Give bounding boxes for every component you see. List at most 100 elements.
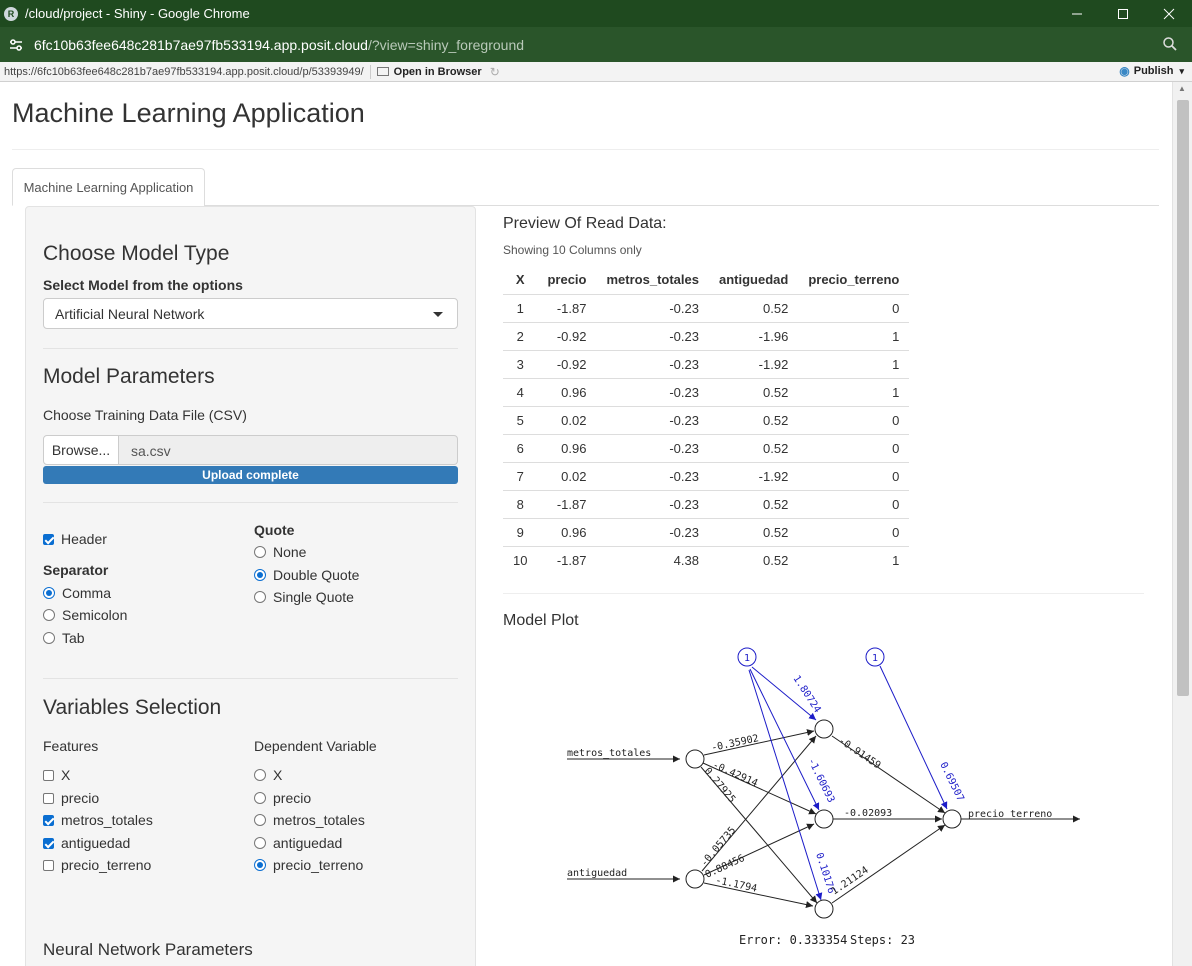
dependent-radio-antiguedad[interactable]: antiguedad	[254, 835, 342, 851]
radio-selected[interactable]	[254, 569, 266, 581]
table-cell: 1	[798, 545, 910, 574]
feature-checkbox-x[interactable]: X	[43, 767, 70, 783]
radio-label: Semicolon	[62, 607, 128, 623]
table-cell: 2	[503, 321, 538, 350]
quote-radio-single[interactable]: Single Quote	[254, 589, 354, 605]
table-cell: -0.23	[596, 461, 709, 490]
open-in-browser-button[interactable]: Open in Browser	[376, 66, 482, 78]
checkbox-label: precio_terreno	[61, 857, 152, 873]
separator-radio-semicolon[interactable]: Semicolon	[43, 607, 127, 623]
radio-label: Tab	[62, 630, 85, 646]
table-cell: -0.23	[596, 433, 709, 462]
weight-label: -1.1794	[714, 875, 758, 895]
table-header-row: Xprecio metros_totales antiguedad precio_te…	[503, 266, 909, 294]
radio[interactable]	[254, 837, 266, 849]
variables-heading: Variables Selection	[43, 696, 222, 719]
table-cell: 0.52	[708, 377, 799, 406]
site-info-icon[interactable]	[8, 37, 24, 53]
radio-selected[interactable]	[43, 587, 55, 599]
rstudio-viewer-toolbar: https://6fc10b63fee648c281b7ae97fb533194…	[0, 62, 1192, 82]
dependent-radio-metros-totales[interactable]: metros_totales	[254, 812, 365, 828]
url-field[interactable]: 6fc10b63fee648c281b7ae97fb533194.app.pos…	[34, 37, 524, 53]
publish-button[interactable]: ◉ Publish ▾	[1119, 64, 1184, 78]
feature-checkbox-metros-totales[interactable]: metros_totales	[43, 812, 153, 828]
separator-radio-comma[interactable]: Comma	[43, 585, 111, 601]
dependent-variable-label: Dependent Variable	[254, 738, 377, 754]
minimize-button[interactable]	[1054, 0, 1100, 27]
table-cell: 1	[798, 349, 910, 378]
radio-label: metros_totales	[273, 812, 365, 828]
table-cell: -0.23	[596, 321, 709, 350]
preview-heading: Preview Of Read Data:	[503, 215, 667, 232]
divider	[43, 678, 458, 679]
table-cell: 0	[798, 405, 910, 434]
radio-label: None	[273, 544, 307, 560]
header-label: Header	[61, 531, 107, 547]
maximize-button[interactable]	[1100, 0, 1146, 27]
table-cell: 9	[503, 517, 538, 546]
radio[interactable]	[254, 814, 266, 826]
feature-checkbox-precio-terreno[interactable]: precio_terreno	[43, 857, 151, 873]
feature-checkbox-antiguedad[interactable]: antiguedad	[43, 835, 130, 851]
radio-label: Comma	[62, 585, 112, 601]
table-cell: 0	[798, 489, 910, 518]
scrollbar-thumb[interactable]	[1177, 100, 1189, 696]
r-app-icon: R	[4, 6, 18, 21]
radio[interactable]	[254, 792, 266, 804]
table-row: 6 0.96 -0.23 0.52 0	[503, 433, 910, 462]
browse-button[interactable]: Browse...	[43, 435, 119, 465]
table-cell: 0	[798, 517, 910, 546]
quote-radio-double[interactable]: Double Quote	[254, 567, 359, 583]
table-cell: -1.92	[708, 461, 799, 490]
publish-label: Publish	[1133, 65, 1174, 77]
dependent-radio-precio[interactable]: precio	[254, 790, 311, 806]
zoom-icon[interactable]	[1162, 36, 1178, 52]
feature-checkbox-precio[interactable]: precio	[43, 790, 99, 806]
bias-edge	[879, 665, 948, 810]
scroll-up-arrow-icon[interactable]: ▲	[1178, 84, 1186, 93]
radio[interactable]	[43, 632, 55, 644]
column-header: metros_totales	[606, 272, 699, 288]
url-host: 6fc10b63fee648c281b7ae97fb533194.app.pos…	[34, 36, 368, 53]
checkbox-checked[interactable]	[43, 837, 54, 849]
upload-progress-bar: Upload complete	[43, 466, 458, 484]
table-cell: 0.52	[708, 293, 799, 322]
page-scrollbar[interactable]: ▲	[1172, 82, 1192, 966]
dependent-radio-precio-terreno[interactable]: precio_terreno	[254, 857, 363, 873]
file-name-field: sa.csv	[119, 435, 458, 465]
checkbox-checked[interactable]	[43, 814, 54, 826]
viewer-url: https://6fc10b63fee648c281b7ae97fb533194…	[4, 65, 364, 78]
radio[interactable]	[254, 546, 266, 558]
quote-radio-none[interactable]: None	[254, 544, 306, 560]
header-checkbox[interactable]: Header	[43, 531, 107, 547]
separator-radio-tab[interactable]: Tab	[43, 630, 85, 646]
table-cell: -0.92	[537, 349, 597, 378]
refresh-icon[interactable]: ↻	[490, 65, 500, 79]
table-cell: 0.52	[708, 545, 799, 574]
checkbox[interactable]	[43, 769, 54, 781]
table-cell: 10	[503, 545, 538, 574]
close-button[interactable]	[1146, 0, 1192, 27]
radio[interactable]	[254, 769, 266, 781]
table-cell: 6	[503, 433, 538, 462]
close-icon	[1163, 8, 1175, 19]
weight-edge	[831, 824, 946, 904]
browser-window-icon	[376, 67, 389, 76]
bias-weight-label: -1.60693	[805, 756, 836, 804]
steps-text: Steps: 23	[850, 933, 915, 947]
dependent-radio-x[interactable]: X	[254, 767, 282, 783]
model-select[interactable]: Artificial Neural Network	[43, 298, 458, 329]
table-cell: 4.38	[596, 545, 709, 574]
output-label: precio_terreno	[968, 809, 1052, 820]
tab-machine-learning-application[interactable]: Machine Learning Application	[12, 168, 205, 206]
radio[interactable]	[254, 591, 266, 603]
checkbox[interactable]	[43, 792, 54, 804]
checkbox[interactable]	[43, 859, 54, 871]
toolbar-divider	[369, 64, 371, 79]
checkbox-checked[interactable]	[43, 533, 54, 545]
window-titlebar: R /cloud/project - Shiny - Google Chrome	[0, 0, 1192, 27]
radio[interactable]	[43, 609, 55, 621]
radio-selected[interactable]	[254, 859, 266, 871]
model-params-heading: Model Parameters	[43, 365, 215, 388]
table-cell: 0.52	[708, 405, 799, 434]
